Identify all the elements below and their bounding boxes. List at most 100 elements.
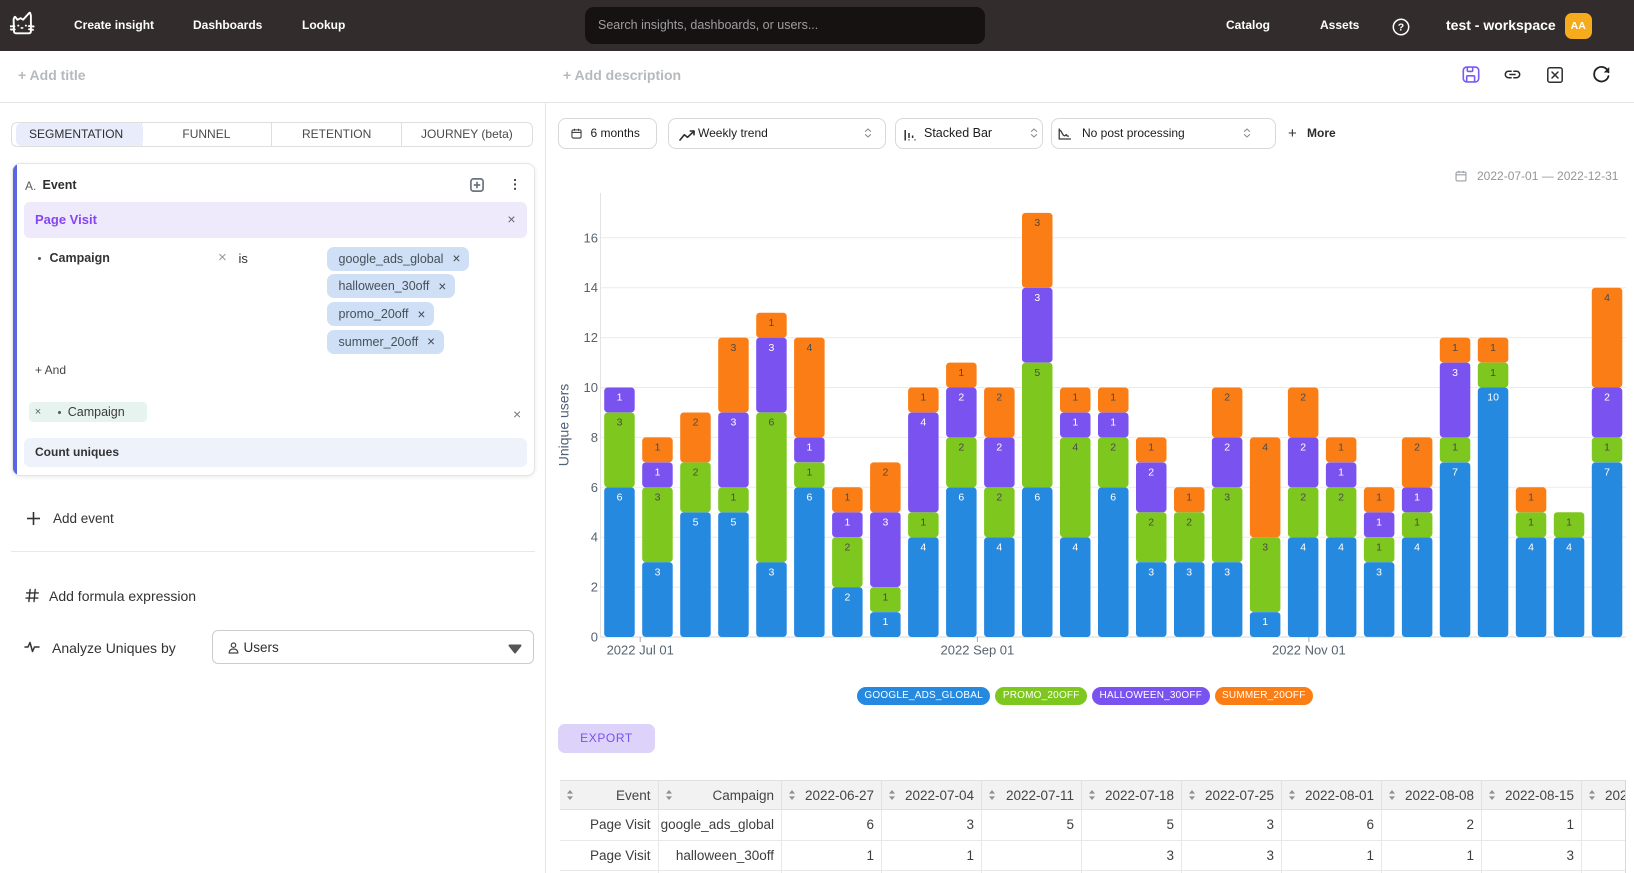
svg-text:2: 2 [1186, 516, 1192, 528]
svg-text:1: 1 [1148, 442, 1154, 454]
svg-text:6: 6 [1034, 492, 1040, 504]
svg-text:?: ? [1398, 21, 1404, 33]
svg-text:4: 4 [591, 530, 598, 545]
svg-text:1: 1 [1376, 492, 1382, 504]
svg-text:1: 1 [655, 442, 661, 454]
svg-text:3: 3 [1148, 566, 1154, 578]
svg-text:1: 1 [1072, 417, 1078, 429]
svg-text:4: 4 [920, 417, 926, 429]
svg-text:1: 1 [920, 392, 926, 404]
svg-text:8: 8 [591, 430, 598, 445]
svg-text:1: 1 [1338, 467, 1344, 479]
svg-text:3: 3 [1034, 217, 1040, 229]
svg-text:5: 5 [730, 516, 736, 528]
svg-text:2: 2 [693, 467, 699, 479]
svg-text:1: 1 [844, 492, 850, 504]
svg-text:2: 2 [844, 591, 850, 603]
svg-text:3: 3 [882, 516, 888, 528]
svg-text:1: 1 [1376, 516, 1382, 528]
svg-text:3: 3 [655, 492, 661, 504]
svg-text:3: 3 [1186, 566, 1192, 578]
svg-text:1: 1 [882, 616, 888, 628]
svg-text:1: 1 [1452, 342, 1458, 354]
svg-text:3: 3 [617, 417, 623, 429]
svg-text:2: 2 [1224, 442, 1230, 454]
svg-text:1: 1 [655, 467, 661, 479]
svg-text:Unique users: Unique users [556, 384, 572, 467]
svg-text:1: 1 [1072, 392, 1078, 404]
svg-text:3: 3 [1262, 541, 1268, 553]
svg-text:1: 1 [1528, 516, 1534, 528]
svg-text:2: 2 [591, 580, 598, 595]
svg-text:2: 2 [958, 392, 964, 404]
svg-text:2: 2 [996, 492, 1002, 504]
svg-text:1: 1 [1490, 342, 1496, 354]
svg-text:1: 1 [1376, 541, 1382, 553]
svg-text:1: 1 [1186, 492, 1192, 504]
svg-text:1: 1 [617, 392, 623, 404]
svg-text:1: 1 [1414, 492, 1420, 504]
svg-text:3: 3 [730, 342, 736, 354]
svg-text:0: 0 [591, 630, 598, 645]
svg-text:12: 12 [584, 330, 598, 345]
svg-text:2: 2 [844, 541, 850, 553]
svg-text:1: 1 [1604, 442, 1610, 454]
svg-text:1: 1 [958, 367, 964, 379]
svg-text:7: 7 [1452, 467, 1458, 479]
svg-text:6: 6 [958, 492, 964, 504]
svg-text:6: 6 [617, 492, 623, 504]
svg-text:1: 1 [730, 492, 736, 504]
svg-text:5: 5 [1034, 367, 1040, 379]
svg-text:1: 1 [1262, 616, 1268, 628]
svg-text:2: 2 [1300, 492, 1306, 504]
svg-text:2: 2 [1110, 442, 1116, 454]
svg-text:1: 1 [768, 317, 774, 329]
svg-text:2: 2 [1300, 392, 1306, 404]
svg-text:2022 Nov 01: 2022 Nov 01 [1272, 643, 1346, 658]
svg-text:4: 4 [920, 541, 926, 553]
svg-text:1: 1 [1490, 367, 1496, 379]
svg-text:4: 4 [1566, 541, 1572, 553]
svg-text:2022 Sep 01: 2022 Sep 01 [941, 643, 1015, 658]
svg-text:3: 3 [1034, 292, 1040, 304]
svg-text:4: 4 [996, 541, 1002, 553]
svg-text:7: 7 [1604, 467, 1610, 479]
svg-text:14: 14 [584, 280, 598, 295]
svg-text:1: 1 [882, 591, 888, 603]
svg-text:1: 1 [1452, 442, 1458, 454]
svg-text:2: 2 [1414, 442, 1420, 454]
svg-text:4: 4 [1300, 541, 1306, 553]
svg-text:2: 2 [1300, 442, 1306, 454]
svg-text:1: 1 [844, 516, 850, 528]
svg-text:16: 16 [584, 230, 598, 245]
svg-text:2022 Jul 01: 2022 Jul 01 [607, 643, 674, 658]
svg-text:4: 4 [1072, 442, 1078, 454]
svg-text:2: 2 [1604, 392, 1610, 404]
svg-text:5: 5 [693, 516, 699, 528]
svg-text:6: 6 [768, 417, 774, 429]
svg-text:1: 1 [806, 442, 812, 454]
svg-text:2: 2 [958, 442, 964, 454]
svg-text:10: 10 [584, 380, 598, 395]
svg-text:1: 1 [1528, 492, 1534, 504]
svg-text:6: 6 [806, 492, 812, 504]
svg-text:1: 1 [1566, 516, 1572, 528]
svg-text:1: 1 [920, 516, 926, 528]
svg-text:6: 6 [591, 480, 598, 495]
svg-text:3: 3 [730, 417, 736, 429]
svg-text:4: 4 [1604, 292, 1610, 304]
svg-text:2: 2 [996, 442, 1002, 454]
svg-text:2: 2 [882, 467, 888, 479]
svg-text:4: 4 [1072, 541, 1078, 553]
svg-text:1: 1 [806, 467, 812, 479]
svg-text:1: 1 [1414, 516, 1420, 528]
svg-text:2: 2 [693, 417, 699, 429]
svg-text:3: 3 [1452, 367, 1458, 379]
svg-text:2: 2 [1148, 467, 1154, 479]
svg-text:4: 4 [1262, 442, 1268, 454]
svg-text:1: 1 [1110, 417, 1116, 429]
svg-text:2: 2 [996, 392, 1002, 404]
svg-text:3: 3 [1224, 492, 1230, 504]
svg-text:1: 1 [1338, 442, 1344, 454]
svg-text:4: 4 [1414, 541, 1420, 553]
